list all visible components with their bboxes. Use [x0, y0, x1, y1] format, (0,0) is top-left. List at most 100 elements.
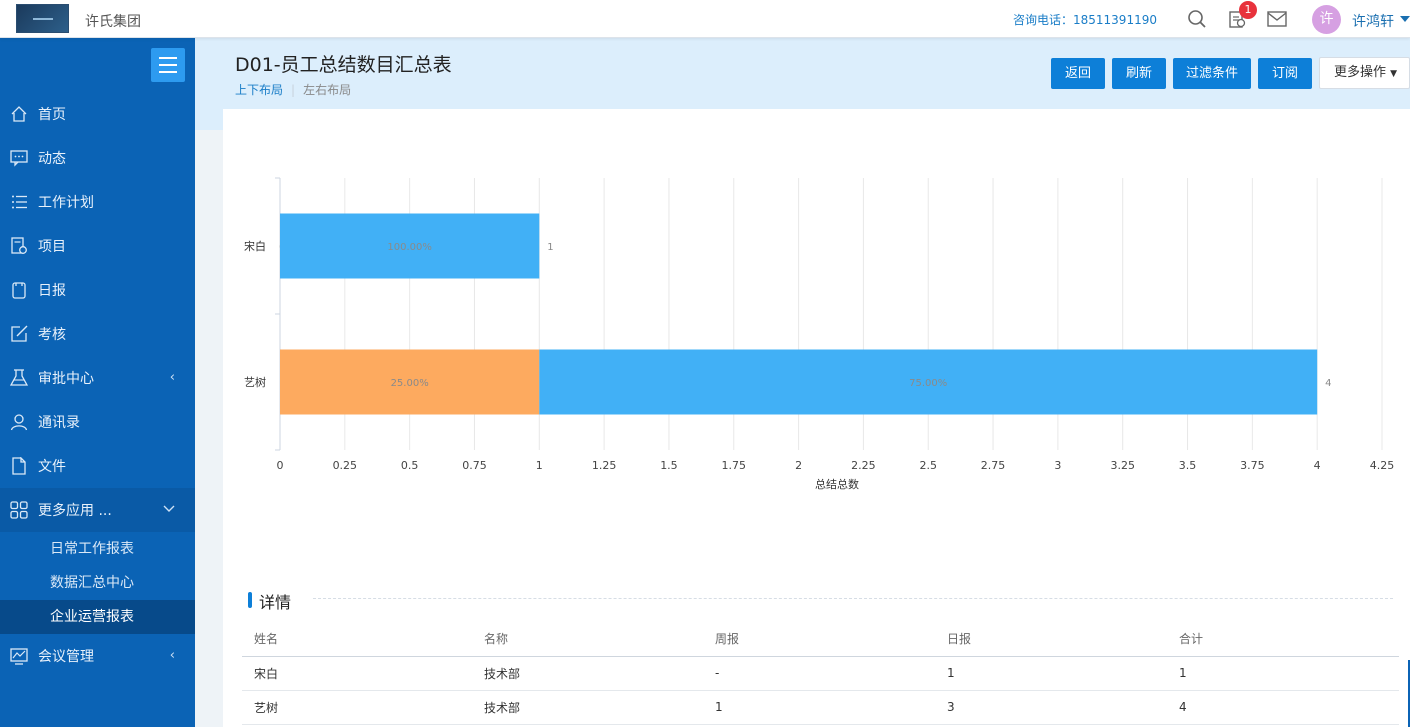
details-table: 姓名 名称 周报 日报 合计 宋白 技术部 - 1 1 艺树 技术部 1 3 4 [242, 621, 1399, 725]
x-tick-label: 0.5 [401, 459, 419, 472]
table-row[interactable]: 艺树 技术部 1 3 4 [242, 690, 1399, 725]
table-cell: 4 [1167, 690, 1399, 725]
sidebar-item-feed[interactable]: 动态 [0, 136, 195, 180]
sidebar-item-contacts[interactable]: 通讯录 [0, 400, 195, 444]
x-tick-label: 3.75 [1240, 459, 1265, 472]
sidebar-item-label: 动态 [38, 151, 66, 167]
menu-toggle-button[interactable] [151, 48, 185, 82]
x-tick-label: 1.75 [722, 459, 747, 472]
company-name: 许氏集团 [85, 14, 141, 30]
table-cell: 1 [703, 690, 935, 725]
y-category-label: 宋白 [244, 239, 266, 253]
sidebar-item-label: 工作计划 [38, 195, 94, 211]
table-cell: - [703, 656, 935, 691]
daily-report-icon [10, 281, 28, 299]
x-tick-label: 3.5 [1179, 459, 1197, 472]
y-category-label: 艺树 [244, 375, 266, 389]
x-tick-label: 1 [536, 459, 543, 472]
x-tick-label: 3.25 [1110, 459, 1135, 472]
sidebar-item-label: 审批中心 [38, 371, 94, 387]
search-icon[interactable] [1186, 8, 1208, 30]
bar-total-label: 4 [1325, 378, 1331, 389]
sidebar-subitem-daily-work-report[interactable]: 日常工作报表 [0, 532, 195, 566]
x-tick-label: 2 [795, 459, 802, 472]
table-header-row: 姓名 名称 周报 日报 合计 [242, 621, 1399, 657]
sidebar-item-label: 日报 [38, 283, 66, 299]
x-tick-label: 0.25 [333, 459, 358, 472]
sidebar-item-daily-report[interactable]: 日报 [0, 268, 195, 312]
x-tick-label: 2.5 [919, 459, 937, 472]
x-axis-title: 总结总数 [815, 477, 859, 491]
username[interactable]: 许鸿轩 [1352, 11, 1394, 31]
sidebar-item-more-apps[interactable]: 更多应用 ... [0, 488, 195, 532]
sidebar-nav: 首页 动态 工作计划 项目 日报 考核 审批中心 ‹ 通讯录 文件 更多应用 .… [0, 92, 195, 678]
caret-down-icon: ▼ [1390, 69, 1398, 79]
top-header: 许氏集团 咨询电话：18511391190 1 许 许鸿轩 [0, 0, 1410, 38]
bar-percent-label: 25.00% [391, 378, 429, 389]
column-header[interactable]: 姓名 [242, 621, 472, 657]
sidebar-item-project[interactable]: 项目 [0, 224, 195, 268]
table-cell: 3 [935, 690, 1167, 725]
sidebar-item-meetings[interactable]: 会议管理 ‹ [0, 634, 195, 678]
sidebar-item-home[interactable]: 首页 [0, 92, 195, 136]
project-icon [10, 237, 28, 255]
column-header[interactable]: 周报 [703, 621, 935, 657]
meeting-icon [10, 647, 28, 665]
chevron-down-icon [163, 502, 175, 517]
bar-total-label: 1 [547, 242, 553, 253]
home-icon [10, 105, 28, 123]
support-phone: 咨询电话：18511391190 [1013, 13, 1157, 27]
sidebar-item-label: 更多应用 ... [38, 503, 112, 519]
x-tick-label: 1.5 [660, 459, 678, 472]
sidebar-item-label: 文件 [38, 459, 66, 475]
notification-badge: 1 [1239, 1, 1257, 19]
mail-icon[interactable] [1266, 8, 1288, 30]
sidebar-item-label: 会议管理 [38, 649, 94, 665]
stacked-bar-chart: 0 0.25 0.5 0.75 1 1.25 1.5 1.75 2 2.25 2.5 2.75 3 3.2… [244, 177, 1395, 491]
filter-button[interactable]: 过滤条件 [1173, 58, 1251, 89]
sidebar-subitem-data-summary[interactable]: 数据汇总中心 [0, 566, 195, 600]
table-row[interactable]: 宋白 技术部 - 1 1 [242, 656, 1399, 691]
x-tick-label: 2.25 [851, 459, 876, 472]
file-icon [10, 457, 28, 475]
column-header[interactable]: 日报 [935, 621, 1167, 657]
divider: | [291, 83, 296, 97]
sidebar-item-work-plan[interactable]: 工作计划 [0, 180, 195, 224]
sidebar-item-files[interactable]: 文件 [0, 444, 195, 488]
x-tick-label: 2.75 [981, 459, 1006, 472]
sidebar-subitem-operations-report[interactable]: 企业运营报表 [0, 600, 195, 634]
layout-left-right-link[interactable]: 左右布局 [303, 83, 351, 97]
layout-switch: 上下布局 | 左右布局 [235, 81, 351, 98]
column-header[interactable]: 合计 [1167, 621, 1399, 657]
more-actions-label: 更多操作 [1334, 65, 1387, 80]
table-cell: 艺树 [242, 690, 472, 725]
company-logo[interactable] [16, 4, 69, 33]
layout-top-bottom-link[interactable]: 上下布局 [235, 83, 283, 97]
bar-percent-label: 100.00% [387, 242, 432, 253]
chevron-left-icon: ‹ [169, 370, 175, 385]
message-icon [10, 149, 28, 167]
refresh-button[interactable]: 刷新 [1112, 58, 1166, 89]
chevron-left-icon: ‹ [169, 648, 175, 663]
details-section-title: 详情 [248, 589, 291, 613]
edit-icon [10, 325, 28, 343]
bar-percent-label: 75.00% [909, 378, 947, 389]
sidebar-item-assessment[interactable]: 考核 [0, 312, 195, 356]
back-button[interactable]: 返回 [1051, 58, 1105, 89]
sidebar: 首页 动态 工作计划 项目 日报 考核 审批中心 ‹ 通讯录 文件 更多应用 .… [0, 38, 195, 727]
table-cell: 1 [1167, 656, 1399, 691]
table-cell: 技术部 [472, 656, 703, 691]
sidebar-item-approval[interactable]: 审批中心 ‹ [0, 356, 195, 400]
x-tick-label: 4 [1314, 459, 1321, 472]
subscribe-button[interactable]: 订阅 [1258, 58, 1312, 89]
column-header[interactable]: 名称 [472, 621, 703, 657]
table-cell: 1 [935, 656, 1167, 691]
x-tick-label: 3 [1054, 459, 1061, 472]
x-tick-label: 4.25 [1370, 459, 1395, 472]
avatar[interactable]: 许 [1312, 5, 1341, 34]
divider [313, 598, 1393, 599]
sidebar-item-label: 首页 [38, 107, 66, 123]
more-actions-button[interactable]: 更多操作 ▼ [1319, 57, 1410, 89]
x-tick-label: 1.25 [592, 459, 617, 472]
user-menu-caret-icon[interactable] [1400, 16, 1410, 22]
